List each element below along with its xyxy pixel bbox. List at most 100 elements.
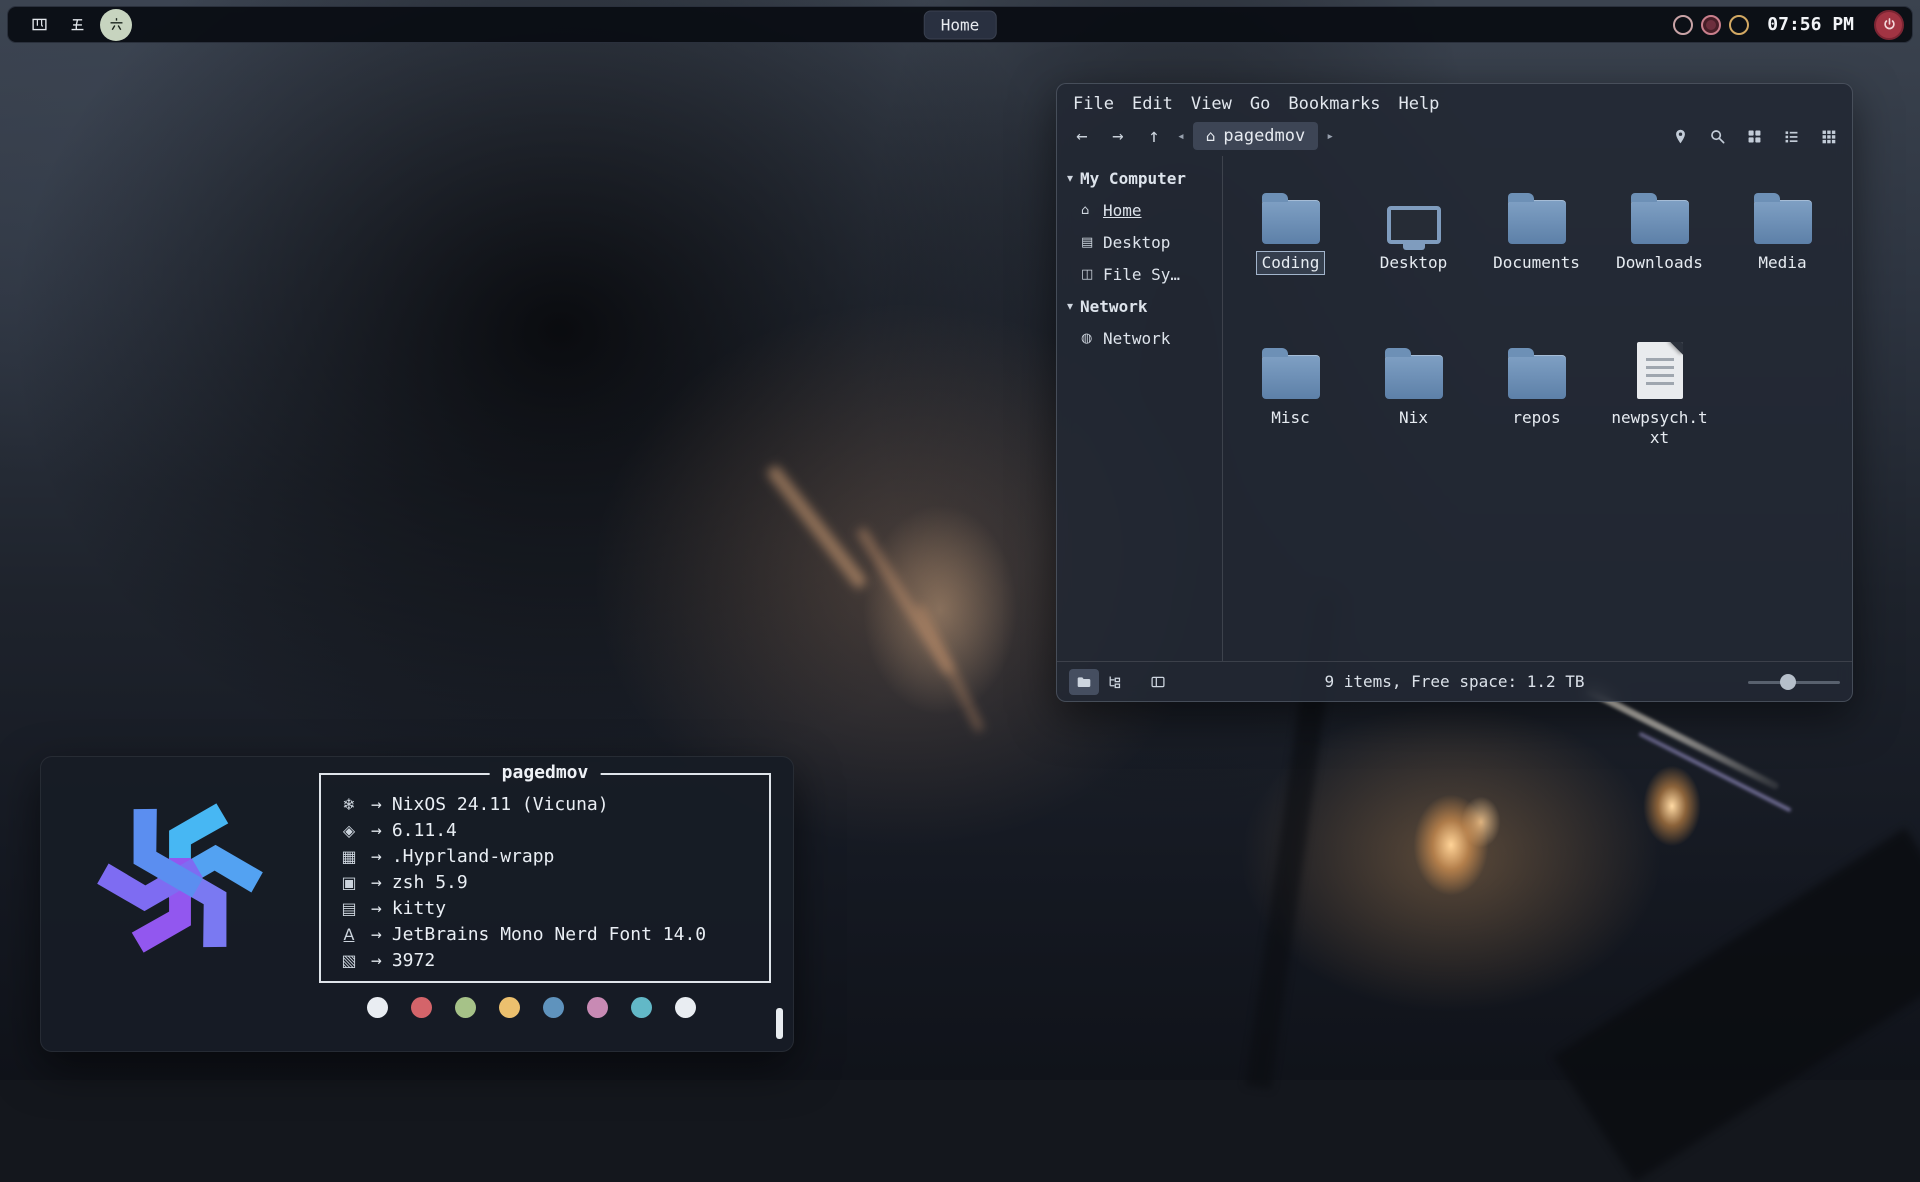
folder-icon: [1631, 200, 1689, 244]
workspace-button-5[interactable]: [62, 10, 92, 40]
expander-icon[interactable]: ▾: [1067, 171, 1073, 185]
menu-edit[interactable]: Edit: [1132, 94, 1173, 114]
side-pane-icon: [1150, 674, 1166, 690]
fm-menubar: File Edit View Go Bookmarks Help: [1057, 84, 1852, 118]
zoom-slider-handle[interactable]: [1780, 674, 1796, 690]
workspace-button-6-active[interactable]: [100, 9, 132, 41]
terminal-color-palette: [367, 997, 696, 1018]
file-label: Misc: [1265, 406, 1316, 430]
folder-view-toggle-button[interactable]: [1069, 669, 1099, 695]
side-pane-toggle-button[interactable]: [1143, 669, 1173, 695]
wallpaper-dark-beam: [1553, 828, 1920, 1182]
sidebar-section-my-computer[interactable]: ▾ My Computer: [1057, 162, 1222, 194]
fetch-value: .Hyprland-wrapp: [392, 846, 555, 867]
search-button[interactable]: [1705, 124, 1729, 148]
sidebar-item-label: Home: [1103, 201, 1142, 220]
font-icon: A: [337, 925, 361, 944]
fetch-row-kernel: ◈ → 6.11.4: [337, 817, 755, 843]
file-item-media[interactable]: Media: [1721, 176, 1844, 331]
palette-swatch: [455, 997, 476, 1018]
folder-icon: [1508, 200, 1566, 244]
file-item-downloads[interactable]: Downloads: [1598, 176, 1721, 331]
nixos-icon: ❄: [337, 795, 361, 814]
file-manager-window: File Edit View Go Bookmarks Help ← → ↑ ◂…: [1056, 83, 1853, 702]
sidebar-item-home[interactable]: ⌂ Home: [1057, 194, 1222, 226]
palette-swatch: [543, 997, 564, 1018]
nixos-logo: [89, 787, 271, 969]
file-item-repos[interactable]: repos: [1475, 331, 1598, 486]
palette-swatch: [587, 997, 608, 1018]
arrow-icon: →: [371, 898, 382, 919]
workspace-glyph-four-icon: [31, 16, 48, 33]
location-pin-button[interactable]: [1668, 124, 1692, 148]
palette-swatch: [411, 997, 432, 1018]
sidebar-section-network[interactable]: ▾ Network: [1057, 290, 1222, 322]
location-pin-icon: [1672, 128, 1689, 145]
scroll-indicator: [776, 1008, 783, 1039]
workspace-glyph-six-icon: [108, 16, 125, 33]
menu-bookmarks[interactable]: Bookmarks: [1288, 94, 1380, 114]
file-label: Desktop: [1374, 251, 1453, 275]
file-grid: Coding Desktop Documents Downloads Media…: [1223, 156, 1852, 661]
list-view-button[interactable]: [1779, 124, 1803, 148]
tree-view-toggle-button[interactable]: [1099, 669, 1129, 695]
sidebar-item-desktop[interactable]: ▤ Desktop: [1057, 226, 1222, 258]
power-button[interactable]: [1874, 10, 1904, 40]
fetch-value: kitty: [392, 898, 446, 919]
up-button[interactable]: ↑: [1139, 122, 1169, 150]
path-button[interactable]: ⌂ pagedmov: [1193, 122, 1318, 150]
file-item-misc[interactable]: Misc: [1229, 331, 1352, 486]
menu-go[interactable]: Go: [1250, 94, 1270, 114]
fetch-value: NixOS 24.11 (Vicuna): [392, 794, 609, 815]
active-window-title[interactable]: Home: [924, 10, 997, 39]
sidebar-section-label: My Computer: [1080, 169, 1186, 188]
breadcrumb-scroll-right-icon[interactable]: ▸: [1324, 129, 1336, 144]
desktop-icon: ▤: [1081, 235, 1096, 250]
tray-indicator-icon[interactable]: [1673, 15, 1693, 35]
expander-icon[interactable]: ▾: [1067, 299, 1073, 313]
tray-record-icon[interactable]: [1701, 15, 1721, 35]
search-icon: [1709, 128, 1726, 145]
wm-icon: ▦: [337, 847, 361, 866]
power-icon: [1882, 17, 1897, 32]
back-button[interactable]: ←: [1067, 122, 1097, 150]
workspace-glyph-five-icon: [69, 16, 86, 33]
fetch-row-os: ❄ → NixOS 24.11 (Vicuna): [337, 791, 755, 817]
workspace-button-4[interactable]: [24, 10, 54, 40]
fetch-value: 3972: [392, 950, 435, 971]
icon-view-icon: [1746, 128, 1763, 145]
arrow-icon: →: [371, 924, 382, 945]
packages-icon: ▧: [337, 951, 361, 970]
menu-file[interactable]: File: [1073, 94, 1114, 114]
menu-view[interactable]: View: [1191, 94, 1232, 114]
palette-swatch: [367, 997, 388, 1018]
sidebar-item-filesystem[interactable]: ◫ File Sy…: [1057, 258, 1222, 290]
path-label: pagedmov: [1223, 126, 1305, 146]
compact-view-button[interactable]: [1816, 124, 1840, 148]
arrow-icon: →: [371, 950, 382, 971]
zoom-slider[interactable]: [1748, 674, 1840, 690]
tray-indicator-icon[interactable]: [1729, 15, 1749, 35]
menu-help[interactable]: Help: [1398, 94, 1439, 114]
file-item-documents[interactable]: Documents: [1475, 176, 1598, 331]
palette-swatch: [631, 997, 652, 1018]
workspace-switcher: [16, 9, 132, 41]
file-item-newpsych-txt[interactable]: newpsych.txt: [1598, 331, 1721, 486]
file-item-nix[interactable]: Nix: [1352, 331, 1475, 486]
breadcrumb-scroll-left-icon[interactable]: ◂: [1175, 129, 1187, 144]
file-item-desktop[interactable]: Desktop: [1352, 176, 1475, 331]
folder-icon: [1262, 355, 1320, 399]
forward-button[interactable]: →: [1103, 122, 1133, 150]
file-label: Downloads: [1610, 251, 1709, 275]
fetch-value: zsh 5.9: [392, 872, 468, 893]
sidebar-section-label: Network: [1080, 297, 1147, 316]
fm-statusbar: 9 items, Free space: 1.2 TB: [1057, 661, 1852, 701]
list-view-icon: [1783, 128, 1800, 145]
icon-view-button[interactable]: [1742, 124, 1766, 148]
arrow-icon: →: [371, 794, 382, 815]
wallpaper-hair-highlight: [916, 603, 985, 732]
folder-icon: [1262, 200, 1320, 244]
file-item-coding[interactable]: Coding: [1229, 176, 1352, 331]
sidebar-item-network[interactable]: ◍ Network: [1057, 322, 1222, 354]
folder-view-icon: [1076, 674, 1092, 690]
